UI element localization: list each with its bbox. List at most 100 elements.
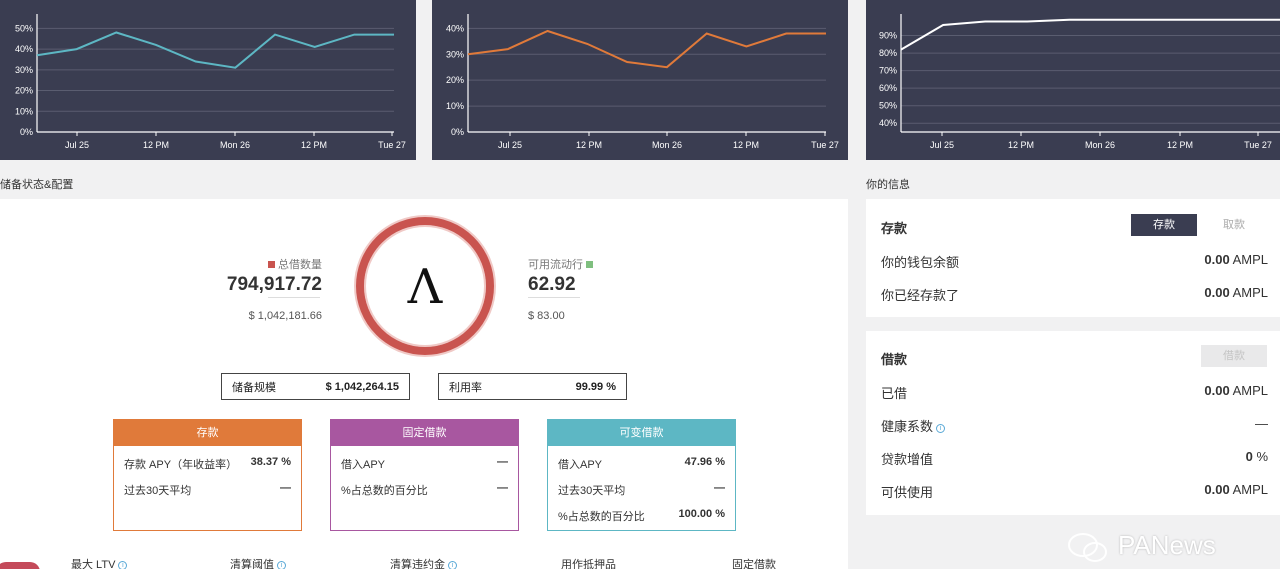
y-tick-label: 50% bbox=[879, 101, 897, 111]
page-root: 0% 10% 20% 30% 40% 50% Jul 25 12 PM Mon 26 12 PM T… bbox=[0, 0, 1280, 569]
variable-avg-row: 过去30天平均 — bbox=[558, 482, 725, 497]
available-divider bbox=[528, 297, 580, 298]
y-tick-label: 90% bbox=[879, 31, 897, 41]
y-tick-label: 0% bbox=[451, 127, 464, 137]
x-tick-label: 12 PM bbox=[301, 140, 327, 150]
y-tick-label: 50% bbox=[15, 23, 33, 33]
ampl-logo-icon: Λ bbox=[407, 259, 443, 315]
series-line bbox=[36, 31, 394, 69]
reserve-size-box: 储备规模 $ 1,042,264.15 bbox=[221, 373, 410, 400]
deposit-button[interactable]: 存款 bbox=[1131, 214, 1197, 236]
your-borrow-card: 借款 借款 已借 0.00 AMPL 健康系数 i — 贷款增值 0 % 可供使用… bbox=[866, 331, 1280, 515]
available-label: 可用流动行 bbox=[528, 259, 583, 271]
y-tick-label: 60% bbox=[879, 83, 897, 93]
wallet-balance-row: 你的钱包余额 0.00 AMPL bbox=[881, 252, 1268, 270]
variable-borrow-card-title: 可变借款 bbox=[548, 420, 735, 446]
utilization-value: 99.99 % bbox=[575, 380, 616, 393]
reserve-section-title: 储备状态&配置 bbox=[0, 179, 74, 191]
x-tick-label: 12 PM bbox=[576, 140, 602, 150]
variable-share-row: %占总数的百分比 100.00 % bbox=[558, 508, 725, 523]
y-tick-label: 70% bbox=[879, 66, 897, 76]
health-factor-row: 健康系数 i — bbox=[881, 416, 1268, 434]
y-tick-label: 20% bbox=[15, 86, 33, 96]
collateral-label: 用作抵押品 bbox=[561, 559, 616, 569]
x-tick-label: Mon 26 bbox=[1085, 140, 1115, 150]
info-icon[interactable]: i bbox=[277, 561, 286, 569]
total-borrowed-label: 总借数量 bbox=[278, 259, 322, 271]
utilization-chart-svg: 40% 50% 60% 70% 80% 90% Jul 25 12 PM Mon 26 12 PM… bbox=[879, 14, 1280, 150]
watermark-text: PANews bbox=[1118, 530, 1216, 560]
info-section-title: 你的信息 bbox=[866, 179, 910, 191]
y-tick-label: 0% bbox=[20, 127, 33, 137]
variable-borrow-card: 可变借款 借入APY 47.96 % 过去30天平均 — %占总数的百分比 10… bbox=[547, 419, 736, 531]
y-tick-label: 40% bbox=[446, 23, 464, 33]
your-deposit-card: 存款 存款 取款 你的钱包余额 0.00 AMPL 你已经存款了 0.00 AM… bbox=[866, 199, 1280, 317]
total-borrowed-usd: $ 1,042,181.66 bbox=[248, 310, 322, 322]
liquidation-threshold-label: 清算阈值 i bbox=[230, 556, 286, 569]
available-usd: $ 83.00 bbox=[528, 310, 565, 322]
available-liquidity-stat: 可用流动行 62.92 $ 83.00 bbox=[528, 256, 648, 322]
deposit-apy-chart: 0% 10% 20% 30% 40% 50% Jul 25 12 PM Mon 26 12 PM T… bbox=[0, 0, 416, 160]
borrow-button[interactable]: 借款 bbox=[1201, 345, 1267, 367]
available-borrow-row: 可供使用 0.00 AMPL bbox=[881, 482, 1268, 500]
y-tick-label: 30% bbox=[15, 65, 33, 75]
x-tick-label: 12 PM bbox=[1167, 140, 1193, 150]
wechat-logo-icon bbox=[1068, 533, 1107, 562]
max-ltv-label: 最大 LTV i bbox=[71, 556, 128, 569]
utilization-chart: 40% 50% 60% 70% 80% 90% Jul 25 12 PM Mon 26 12 PM… bbox=[866, 0, 1280, 160]
borrow-apy-chart: 0% 10% 20% 30% 40% Jul 25 12 PM Mon 26 12 PM Tue … bbox=[432, 0, 848, 160]
series-line bbox=[467, 29, 826, 69]
stable-share-row: %占总数的百分比 — bbox=[341, 482, 508, 497]
x-tick-label: Jul 25 bbox=[498, 140, 522, 150]
info-icon[interactable]: i bbox=[448, 561, 457, 569]
deposit-apy-row: 存款 APY（年收益率） 38.37 % bbox=[124, 456, 291, 471]
total-borrowed-stat: 总借数量 794,917.72 $ 1,042,181.66 bbox=[224, 256, 322, 322]
stable-borrow-label: 固定借款 bbox=[732, 559, 776, 569]
total-borrowed-value: 794,917.72 bbox=[226, 274, 322, 295]
loan-to-value-row: 贷款增值 0 % bbox=[881, 449, 1268, 467]
borrowed-row: 已借 0.00 AMPL bbox=[881, 383, 1268, 401]
x-tick-label: 12 PM bbox=[733, 140, 759, 150]
series-line bbox=[900, 18, 1280, 51]
deposit-card-title: 存款 bbox=[114, 420, 301, 446]
borrowed-legend-icon bbox=[267, 261, 275, 268]
y-tick-label: 10% bbox=[446, 101, 464, 111]
stable-apy-row: 借入APY — bbox=[341, 456, 508, 471]
stable-borrow-card-title: 固定借款 bbox=[331, 420, 518, 446]
notification-badge[interactable] bbox=[0, 562, 40, 569]
variable-apy-row: 借入APY 47.96 % bbox=[558, 456, 725, 471]
reserve-ring: Λ bbox=[356, 217, 494, 355]
deposit-avg-row: 过去30天平均 — bbox=[124, 482, 291, 497]
x-tick-label: 12 PM bbox=[143, 140, 169, 150]
x-tick-label: Mon 26 bbox=[220, 140, 250, 150]
available-value: 62.92 bbox=[528, 274, 576, 295]
y-tick-label: 20% bbox=[446, 75, 464, 85]
withdraw-button[interactable]: 取款 bbox=[1201, 214, 1267, 236]
liquidation-penalty-label: 清算违约金 i bbox=[390, 556, 457, 569]
y-tick-label: 40% bbox=[879, 118, 897, 128]
x-tick-label: Tue 27 bbox=[378, 140, 406, 150]
x-tick-label: Mon 26 bbox=[652, 140, 682, 150]
borrowed-divider bbox=[268, 297, 320, 298]
reserve-size-label: 储备规模 bbox=[232, 381, 276, 394]
utilization-box: 利用率 99.99 % bbox=[438, 373, 627, 400]
x-tick-label: Tue 27 bbox=[811, 140, 839, 150]
x-tick-label: 12 PM bbox=[1008, 140, 1034, 150]
deposit-card: 存款 存款 APY（年收益率） 38.37 % 过去30天平均 — bbox=[113, 419, 302, 531]
y-tick-label: 40% bbox=[15, 44, 33, 54]
your-deposit-title: 存款 bbox=[881, 221, 908, 236]
deposit-apy-chart-svg: 0% 10% 20% 30% 40% 50% Jul 25 12 PM Mon 26 12 PM T… bbox=[15, 14, 406, 150]
utilization-label: 利用率 bbox=[449, 381, 482, 394]
x-tick-label: Jul 25 bbox=[930, 140, 954, 150]
y-tick-label: 10% bbox=[15, 106, 33, 116]
stable-borrow-card: 固定借款 借入APY — %占总数的百分比 — bbox=[330, 419, 519, 531]
x-tick-label: Jul 25 bbox=[65, 140, 89, 150]
y-tick-label: 30% bbox=[446, 49, 464, 59]
borrow-apy-chart-svg: 0% 10% 20% 30% 40% Jul 25 12 PM Mon 26 12 PM Tue … bbox=[446, 14, 839, 150]
y-tick-label: 80% bbox=[879, 48, 897, 58]
available-legend-icon bbox=[586, 261, 594, 268]
info-icon[interactable]: i bbox=[936, 424, 946, 433]
info-icon[interactable]: i bbox=[118, 561, 128, 569]
your-borrow-title: 借款 bbox=[881, 352, 908, 367]
reserve-size-value: $ 1,042,264.15 bbox=[325, 380, 399, 393]
